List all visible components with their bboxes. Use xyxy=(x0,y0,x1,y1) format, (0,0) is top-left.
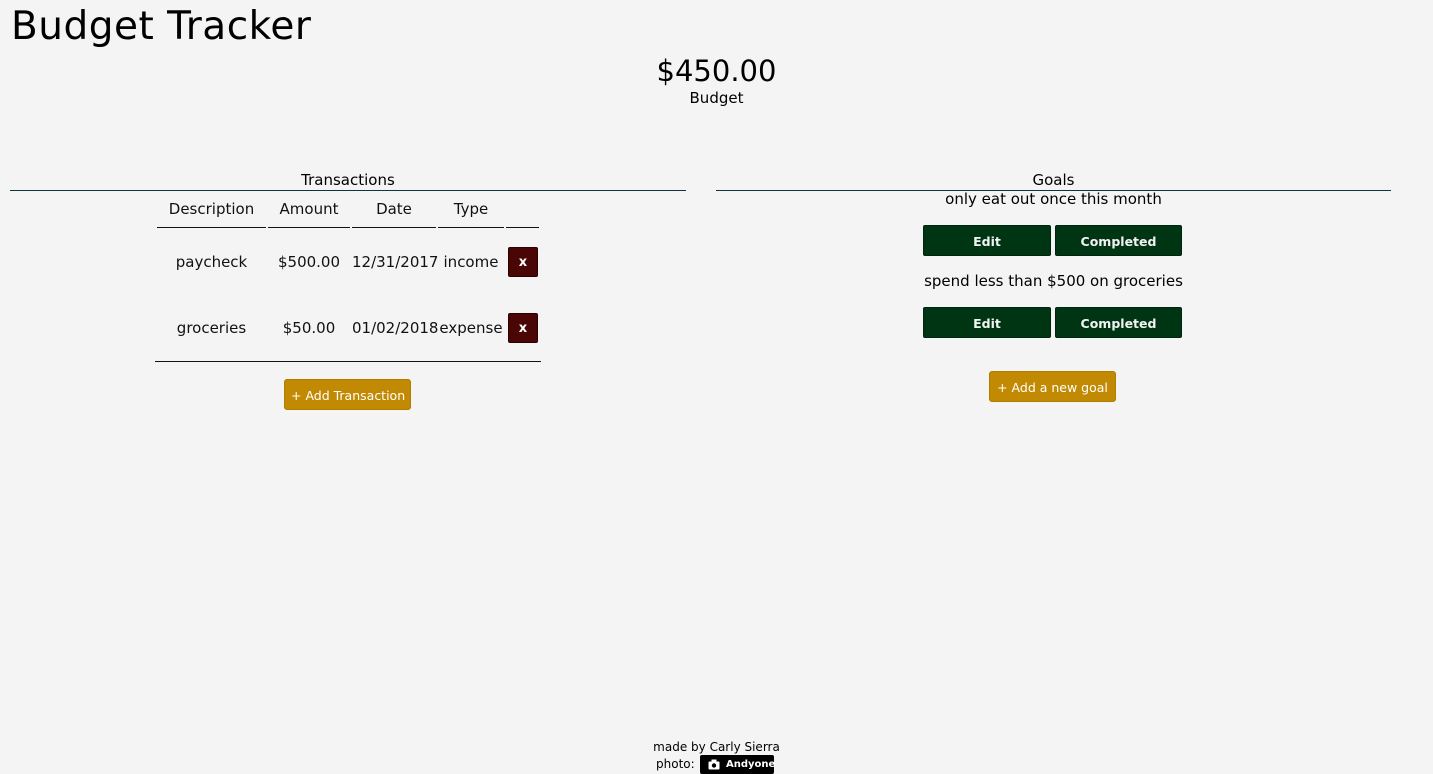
column-header-date: Date xyxy=(352,198,436,228)
budget-amount: $450.00 xyxy=(656,54,777,88)
camera-icon xyxy=(708,759,720,770)
edit-goal-button[interactable]: Edit xyxy=(923,225,1051,256)
transaction-date: 12/31/2017 xyxy=(352,253,439,271)
transaction-type: income xyxy=(443,253,499,271)
goal-text: spend less than $500 on groceries xyxy=(924,272,1183,290)
column-header-amount: Amount xyxy=(268,198,350,228)
add-goal-button[interactable]: + Add a new goal xyxy=(989,371,1116,402)
transaction-amount: $50.00 xyxy=(282,319,336,337)
edit-goal-button[interactable]: Edit xyxy=(923,307,1051,338)
complete-goal-button[interactable]: Completed xyxy=(1055,225,1182,256)
transaction-type: expense xyxy=(439,319,503,337)
complete-goal-button[interactable]: Completed xyxy=(1055,307,1182,338)
column-header-description: Description xyxy=(157,198,266,228)
table-row: paycheck $500.00 12/31/2017 income x xyxy=(155,229,541,295)
photo-badge-label: Andyone xyxy=(726,759,776,770)
photo-credit-badge[interactable]: Andyone xyxy=(700,755,776,774)
column-header-actions xyxy=(506,198,539,228)
goals-title: Goals xyxy=(1032,171,1075,189)
transaction-description: groceries xyxy=(176,319,247,337)
table-bottom-divider xyxy=(155,361,541,362)
transactions-table: Description Amount Date Type paycheck $5… xyxy=(155,198,541,362)
table-row: groceries $50.00 01/02/2018 expense x xyxy=(155,295,541,361)
transaction-date: 01/02/2018 xyxy=(352,319,439,337)
transaction-description: paycheck xyxy=(175,253,248,271)
goal-text: only eat out once this month xyxy=(945,190,1162,208)
table-header-row: Description Amount Date Type xyxy=(155,198,541,229)
column-header-type: Type xyxy=(438,198,504,228)
delete-transaction-button[interactable]: x xyxy=(508,313,538,343)
transaction-amount: $500.00 xyxy=(277,253,341,271)
transactions-divider xyxy=(10,190,686,191)
footer-credit: made by Carly Sierra xyxy=(653,740,780,754)
delete-transaction-button[interactable]: x xyxy=(508,247,538,277)
budget-label: Budget xyxy=(689,89,744,107)
app-title: Budget Tracker xyxy=(11,4,312,49)
add-transaction-button[interactable]: + Add Transaction xyxy=(284,379,411,410)
transactions-title: Transactions xyxy=(301,171,395,189)
photo-credit-label: photo: xyxy=(656,757,695,771)
